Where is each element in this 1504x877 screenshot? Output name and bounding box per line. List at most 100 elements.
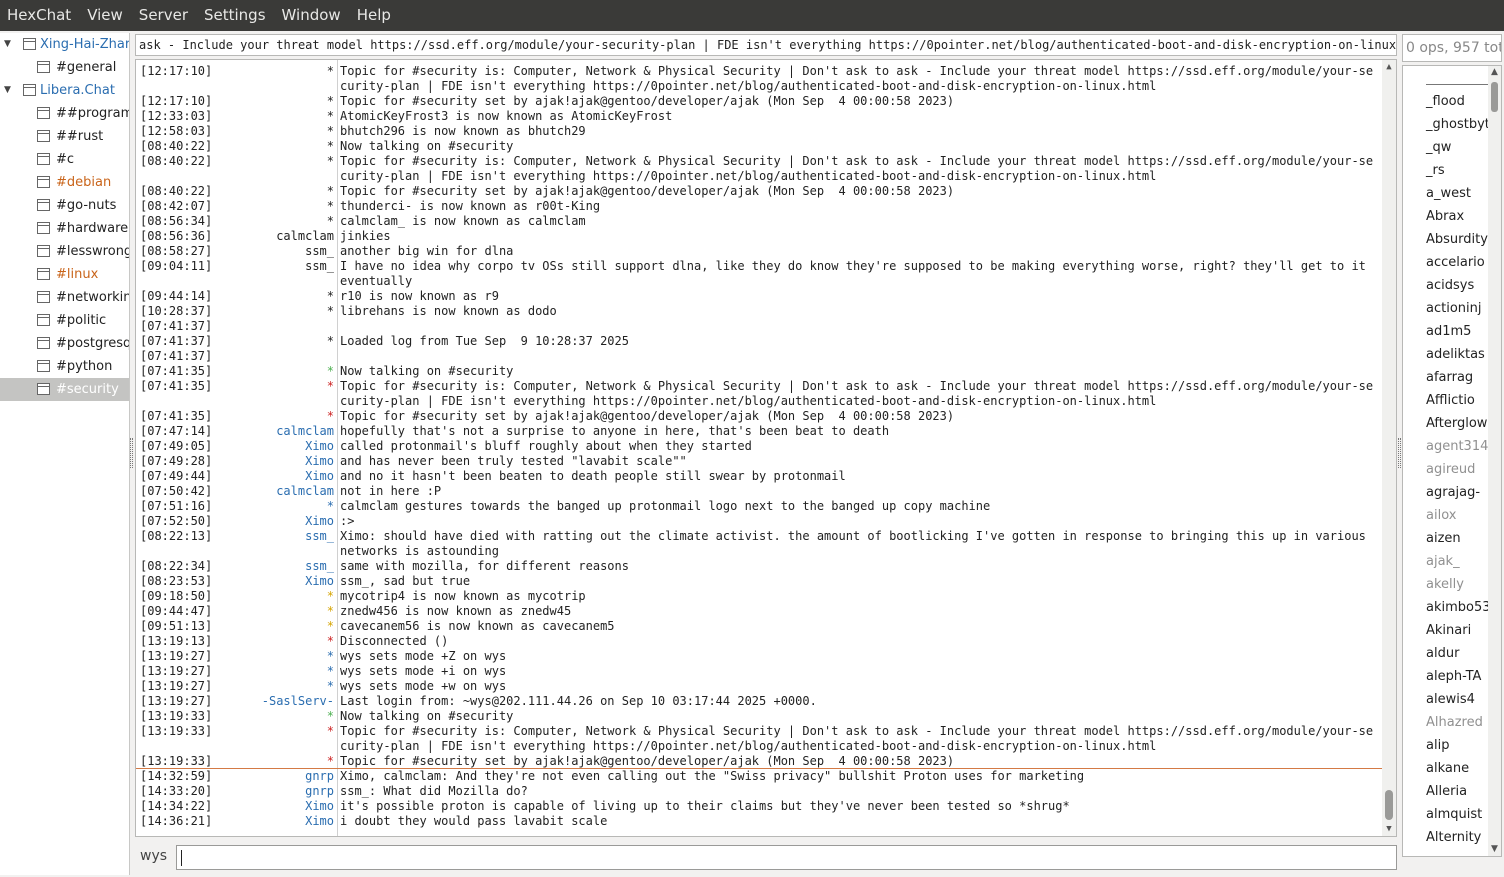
- nick-label[interactable]: *: [216, 754, 334, 769]
- nick-label[interactable]: *: [216, 619, 334, 634]
- user-item[interactable]: _qw: [1426, 136, 1451, 159]
- channel-item[interactable]: #python: [0, 355, 129, 378]
- user-item[interactable]: agrajag-: [1426, 481, 1480, 504]
- user-item[interactable]: _flood: [1426, 90, 1465, 113]
- nick-label[interactable]: *: [216, 154, 334, 169]
- scroll-down-arrow-icon[interactable]: ▼: [1488, 843, 1501, 856]
- nick-label[interactable]: *: [216, 289, 334, 304]
- nick-label[interactable]: *: [216, 589, 334, 604]
- user-item[interactable]: Alternity: [1426, 826, 1481, 849]
- channel-item[interactable]: #postgresq: [0, 332, 129, 355]
- menu-window[interactable]: Window: [274, 0, 349, 31]
- user-item[interactable]: actioninj: [1426, 297, 1481, 320]
- user-item[interactable]: Alleria: [1426, 780, 1467, 803]
- nick-label[interactable]: calmclam: [216, 424, 334, 439]
- user-item[interactable]: accelario: [1426, 251, 1485, 274]
- nick-label[interactable]: *: [216, 679, 334, 694]
- user-item[interactable]: alkane: [1426, 757, 1469, 780]
- user-list-scroll-thumb[interactable]: [1491, 82, 1498, 112]
- channel-item[interactable]: #lesswrong: [0, 240, 129, 263]
- topic-bar[interactable]: ask - Include your threat model https://…: [135, 34, 1397, 56]
- nick-label[interactable]: *: [216, 664, 334, 679]
- nick-label[interactable]: ssm_: [216, 529, 334, 544]
- nick-label[interactable]: *: [216, 409, 334, 424]
- nick-label[interactable]: *: [216, 724, 334, 739]
- user-item[interactable]: almquist: [1426, 803, 1482, 826]
- chat-scrollbar[interactable]: ▲ ▼: [1382, 60, 1396, 836]
- user-item[interactable]: aizen: [1426, 527, 1461, 550]
- nick-label[interactable]: ssm_: [216, 244, 334, 259]
- user-item[interactable]: ailox: [1426, 504, 1456, 527]
- network-item[interactable]: ▼ Libera.Chat: [0, 79, 129, 102]
- user-item[interactable]: Afterglow: [1426, 412, 1487, 435]
- channel-item[interactable]: #go-nuts: [0, 194, 129, 217]
- menu-view[interactable]: View: [79, 0, 131, 31]
- nick-label[interactable]: ssm_: [216, 559, 334, 574]
- left-pane-grip[interactable]: [130, 438, 133, 468]
- scroll-down-arrow-icon[interactable]: ▼: [1382, 822, 1396, 836]
- network-item[interactable]: ▼ Xing-Hai-Zhar: [0, 33, 129, 56]
- nick-button[interactable]: wys: [140, 848, 167, 864]
- user-item[interactable]: alewis4: [1426, 688, 1475, 711]
- user-item[interactable]: acidsys: [1426, 274, 1474, 297]
- nick-label[interactable]: calmclam: [216, 484, 334, 499]
- nick-label[interactable]: calmclam: [216, 229, 334, 244]
- nick-label[interactable]: *: [216, 364, 334, 379]
- user-item[interactable]: Afflictio: [1426, 389, 1475, 412]
- user-item[interactable]: ad1m5: [1426, 320, 1471, 343]
- nick-label[interactable]: Ximo: [216, 469, 334, 484]
- nick-label[interactable]: *: [216, 124, 334, 139]
- nick-label[interactable]: Ximo: [216, 439, 334, 454]
- channel-item[interactable]: #politic: [0, 309, 129, 332]
- menu-help[interactable]: Help: [349, 0, 399, 31]
- nick-label[interactable]: *: [216, 604, 334, 619]
- nick-label[interactable]: *: [216, 94, 334, 109]
- nick-label[interactable]: Ximo: [216, 574, 334, 589]
- user-item[interactable]: Akinari: [1426, 619, 1471, 642]
- nick-label[interactable]: *: [216, 64, 334, 79]
- expand-arrow-icon[interactable]: ▼: [4, 33, 14, 56]
- menu-server[interactable]: Server: [131, 0, 196, 31]
- channel-item[interactable]: #linux: [0, 263, 129, 286]
- nick-label[interactable]: *: [216, 109, 334, 124]
- menu-hexchat[interactable]: HexChat: [0, 0, 79, 31]
- user-item[interactable]: [1426, 71, 1488, 85]
- user-item[interactable]: a_west: [1426, 182, 1471, 205]
- nick-label[interactable]: *: [216, 379, 334, 394]
- user-list-scrollbar[interactable]: ▲ ▼: [1488, 66, 1501, 856]
- nick-label[interactable]: Ximo: [216, 799, 334, 814]
- chat-scroll-thumb[interactable]: [1385, 790, 1393, 820]
- nick-label[interactable]: *: [216, 139, 334, 154]
- scroll-up-arrow-icon[interactable]: ▲: [1488, 66, 1501, 79]
- channel-item[interactable]: #debian: [0, 171, 129, 194]
- nick-label[interactable]: -SaslServ-: [216, 694, 334, 709]
- nick-label[interactable]: *: [216, 499, 334, 514]
- nick-label[interactable]: *: [216, 214, 334, 229]
- nick-label[interactable]: Ximo: [216, 814, 334, 829]
- nick-label[interactable]: gnrp: [216, 769, 334, 784]
- user-item[interactable]: agent314: [1426, 435, 1488, 458]
- user-item[interactable]: alip: [1426, 734, 1449, 757]
- user-item[interactable]: Absurdity: [1426, 228, 1488, 251]
- user-item[interactable]: Alhazred: [1426, 711, 1483, 734]
- user-item[interactable]: afarrag: [1426, 366, 1473, 389]
- channel-item[interactable]: #hardware: [0, 217, 129, 240]
- user-item[interactable]: _ghostbyt: [1426, 113, 1490, 136]
- right-pane-grip[interactable]: [1398, 438, 1401, 468]
- nick-label[interactable]: *: [216, 709, 334, 724]
- user-item[interactable]: aleph-TA: [1426, 665, 1481, 688]
- channel-item[interactable]: #c: [0, 148, 129, 171]
- user-item[interactable]: aldur: [1426, 642, 1459, 665]
- user-item[interactable]: ajak_: [1426, 550, 1460, 573]
- nick-label[interactable]: *: [216, 634, 334, 649]
- menu-settings[interactable]: Settings: [196, 0, 274, 31]
- nick-label[interactable]: *: [216, 184, 334, 199]
- nick-label[interactable]: Ximo: [216, 454, 334, 469]
- nick-label[interactable]: *: [216, 304, 334, 319]
- user-item[interactable]: adeliktas: [1426, 343, 1485, 366]
- channel-item[interactable]: #general: [0, 56, 129, 79]
- nick-label[interactable]: Ximo: [216, 514, 334, 529]
- nick-label[interactable]: gnrp: [216, 784, 334, 799]
- user-item[interactable]: _rs: [1426, 159, 1445, 182]
- message-input[interactable]: [176, 845, 1397, 870]
